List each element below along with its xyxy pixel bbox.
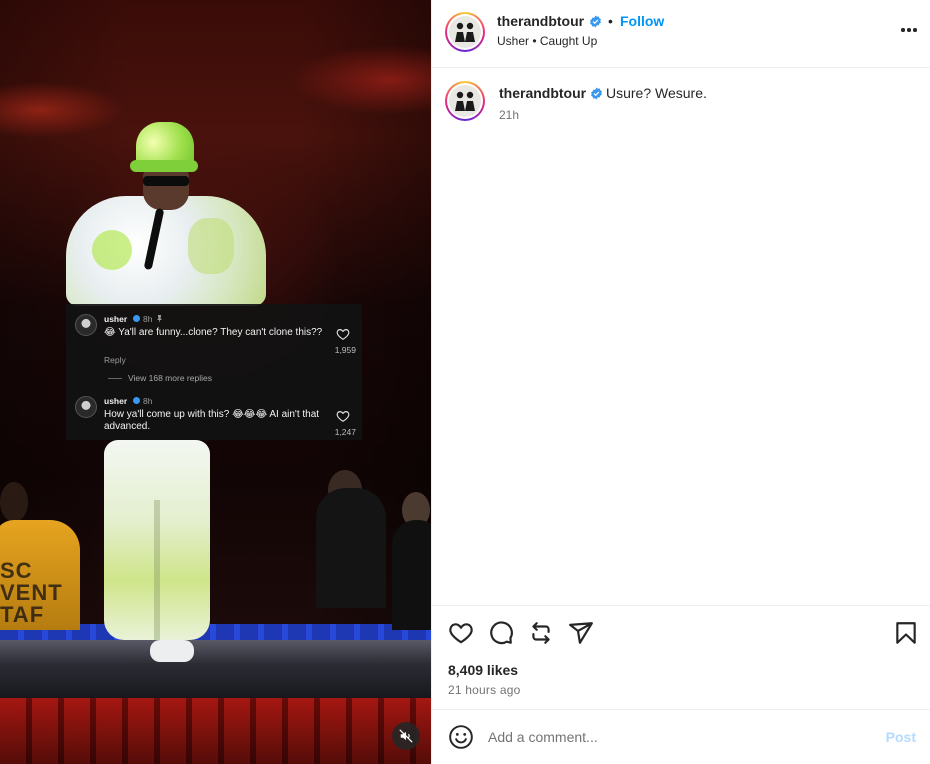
- comment-input[interactable]: [488, 722, 868, 752]
- pin-icon: [157, 315, 162, 323]
- crowd-jacket-text: SC VENT TAF: [0, 558, 63, 627]
- heart-icon: [336, 411, 350, 422]
- emoji-icon[interactable]: [448, 724, 474, 750]
- verified-badge-icon: [133, 397, 140, 404]
- jacket-pattern: [92, 230, 132, 270]
- verified-badge-icon: [590, 15, 601, 28]
- post-timestamp[interactable]: 21 hours ago: [448, 683, 520, 697]
- share-icon[interactable]: [568, 620, 594, 646]
- overlay-comment-text: 😂 Ya'll are funny...clone? They can't cl…: [104, 327, 323, 338]
- muted-speaker-icon: [399, 729, 413, 743]
- avatar[interactable]: [445, 12, 485, 52]
- verified-badge-icon: [133, 315, 140, 322]
- comment-screenshot-overlay: usher 8h 😂 Ya'll are funny...clone? They…: [66, 304, 362, 440]
- like-count[interactable]: 8,409 likes: [448, 662, 518, 678]
- more-options-icon[interactable]: [897, 20, 921, 40]
- overlay-view-more-replies: View 168 more replies: [108, 373, 212, 383]
- jacket-pattern: [188, 218, 234, 274]
- caption-username[interactable]: therandbtour: [499, 85, 586, 101]
- overlay-comment-username: usher: [104, 314, 128, 324]
- caption-avatar[interactable]: [445, 81, 485, 121]
- heart-icon: [336, 329, 350, 340]
- separator-dot: •: [608, 13, 613, 29]
- caption-timestamp[interactable]: 21h: [499, 108, 519, 122]
- post-details-panel: therandbtour • Follow Usher • Caught Up …: [431, 0, 930, 764]
- performer-sunglasses: [143, 176, 189, 186]
- heart-icon[interactable]: [448, 620, 474, 646]
- performer-shoe: [150, 640, 194, 662]
- avatar: [75, 314, 97, 336]
- post-author-username[interactable]: therandbtour: [497, 13, 584, 29]
- account-logo-icon: [455, 91, 475, 111]
- repost-icon[interactable]: [528, 620, 554, 646]
- bookmark-icon[interactable]: [893, 620, 919, 646]
- overlay-comment-likes: 1,247: [334, 427, 356, 437]
- post-actions: 8,409 likes 21 hours ago: [432, 605, 930, 709]
- add-comment-bar: Post: [432, 709, 930, 764]
- video-player[interactable]: SC VENT TAF usher 8h 😂 Ya'll are funny..…: [0, 0, 431, 764]
- overlay-comment-time: 8h: [143, 396, 153, 406]
- mute-toggle-button[interactable]: [392, 722, 420, 750]
- account-logo-icon: [455, 22, 475, 42]
- performer-hat-brim: [130, 160, 198, 172]
- crowd-person-head: [0, 482, 28, 522]
- follow-button[interactable]: Follow: [620, 13, 664, 29]
- security-person: [316, 488, 386, 608]
- caption-text: Usure? Wesure.: [606, 85, 707, 101]
- stage-lights-red: [0, 698, 431, 764]
- post-header: therandbtour • Follow Usher • Caught Up: [432, 0, 930, 68]
- overlay-comment-username: usher: [104, 396, 128, 406]
- security-person: [392, 520, 431, 630]
- overlay-comment-likes: 1,959: [334, 345, 356, 355]
- post-comment-button[interactable]: Post: [886, 729, 916, 745]
- verified-badge-icon: [591, 87, 602, 100]
- overlay-comment-time: 8h: [143, 314, 153, 324]
- post-audio-subtitle[interactable]: Usher • Caught Up: [497, 34, 597, 48]
- comment-icon[interactable]: [488, 620, 514, 646]
- performer-pants-seam: [154, 500, 160, 640]
- avatar: [75, 396, 97, 418]
- overlay-comment-text: How ya'll come up with this? 😂😂😂 AI ain'…: [104, 409, 320, 432]
- stage-floor: [0, 640, 431, 700]
- overlay-reply-link: Reply: [104, 355, 126, 365]
